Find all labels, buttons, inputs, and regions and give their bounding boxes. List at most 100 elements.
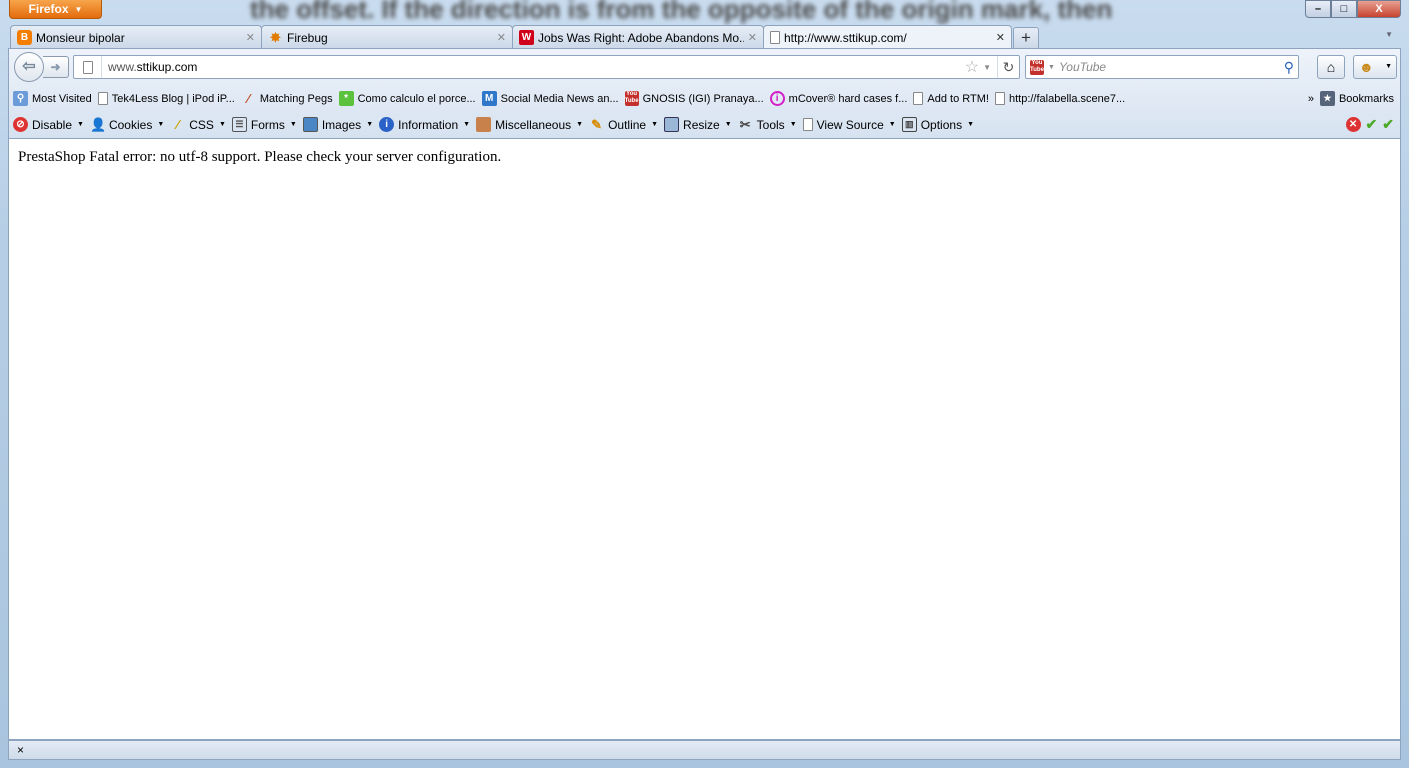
maximize-button[interactable]: □ [1331, 0, 1357, 18]
page-icon [97, 92, 108, 105]
site-identity-button[interactable] [74, 56, 102, 78]
bookmark-como-calculo[interactable]: * Como calculo el porce... [338, 91, 476, 106]
bookmarks-toolbar: ⚲ Most Visited Tek4Less Blog | iPod iP...… [9, 86, 1400, 111]
js-valid-check-icon[interactable]: ✔ [1382, 116, 1394, 133]
arrow-left-icon: ⇦ [22, 58, 36, 75]
forward-button[interactable]: ➜ [43, 56, 69, 78]
webdev-forms-menu[interactable]: ☰ Forms ▼ [231, 117, 297, 132]
forms-icon: ☰ [231, 117, 247, 132]
webdev-outline-menu[interactable]: ✎ Outline ▼ [589, 117, 658, 132]
home-button[interactable]: ⌂ [1317, 55, 1345, 79]
address-bar[interactable]: www.sttikup.com ☆ ▼ ↻ [73, 55, 1020, 79]
tab-firebug[interactable]: ✸ Firebug ✕ [261, 25, 513, 49]
web-developer-toolbar: ⊘ Disable ▼ 👤 Cookies ▼ ⁄ CSS ▼ ☰ Forms ▼ Images… [9, 112, 1400, 137]
desktop-background-text: the offset. If the direction is from the… [250, 0, 1113, 24]
home-icon: ⌂ [1326, 59, 1336, 75]
reload-icon: ↻ [1002, 59, 1015, 75]
webdev-options-menu[interactable]: ▥ Options ▼ [901, 117, 974, 132]
bookmarks-overflow-button[interactable]: » [1308, 93, 1314, 105]
css-valid-check-icon[interactable]: ✔ [1366, 116, 1378, 133]
css-icon: ⁄ [176, 117, 179, 132]
greasemonkey-button[interactable]: ☻ ▼ [1353, 55, 1397, 79]
webdev-information-menu[interactable]: i Information ▼ [379, 117, 470, 132]
images-icon [302, 117, 318, 132]
firefox-menu-button[interactable]: Firefox ▼ [9, 0, 102, 19]
new-tab-button[interactable]: + [1013, 27, 1039, 49]
webdev-css-menu[interactable]: ⁄ CSS ▼ [170, 117, 226, 132]
bookmark-matching-pegs[interactable]: ⁄ Matching Pegs [241, 91, 332, 106]
resize-icon [664, 117, 680, 132]
close-tab-icon[interactable]: ✕ [497, 31, 506, 44]
back-button[interactable]: ⇦ [14, 52, 44, 82]
webdev-view-source-menu[interactable]: View Source ▼ [802, 118, 896, 132]
webdev-tools-menu[interactable]: ✂ Tools ▼ [738, 117, 797, 132]
webdev-cookies-menu[interactable]: 👤 Cookies ▼ [90, 117, 164, 132]
tab-monsieur-bipolar[interactable]: B Monsieur bipolar ✕ [10, 25, 262, 49]
tab-sttikup[interactable]: http://www.sttikup.com/✕ [763, 25, 1012, 49]
webdev-disable-menu[interactable]: ⊘ Disable ▼ [13, 117, 84, 132]
bookmark-most-visited[interactable]: ⚲ Most Visited [13, 91, 92, 106]
close-tab-icon[interactable]: ✕ [996, 31, 1005, 44]
bookmarks-star-icon: ★ [1319, 91, 1335, 106]
page-icon [913, 92, 924, 105]
tools-icon: ✂ [739, 117, 751, 132]
bookmark-falabella[interactable]: http://falabella.scene7... [994, 92, 1125, 105]
search-input[interactable]: YouTube [1059, 60, 1280, 74]
error-icon[interactable]: ✕ [1345, 117, 1361, 132]
close-addon-bar-icon[interactable]: × [17, 743, 24, 757]
page-icon [82, 60, 93, 74]
blogger-icon: B [17, 30, 32, 45]
greasemonkey-icon: ☻ [1359, 59, 1374, 75]
search-icon[interactable]: ⚲ [1284, 59, 1294, 76]
green-star-icon: * [338, 91, 354, 106]
bookmark-mcover[interactable]: i mCover® hard cases f... [769, 91, 907, 106]
chevron-down-icon: ▼ [74, 4, 83, 14]
chevron-down-icon[interactable]: ▼ [1385, 56, 1392, 78]
webdev-resize-menu[interactable]: Resize ▼ [664, 117, 732, 132]
close-window-button[interactable]: X [1357, 0, 1401, 18]
view-source-icon [802, 118, 813, 131]
bookmark-social-media-news[interactable]: M Social Media News an... [481, 91, 619, 106]
tab-bar: B Monsieur bipolar ✕ ✸ Firebug ✕ W Jobs Was R… [10, 25, 1039, 49]
cookies-icon: 👤 [89, 117, 107, 132]
info-pink-icon: i [769, 91, 785, 106]
page-content: PrestaShop Fatal error: no utf-8 support… [8, 138, 1401, 740]
tab-jobs-was-right[interactable]: W Jobs Was Right: Adobe Abandons Mo... ✕ [512, 25, 764, 49]
options-icon: ▥ [901, 117, 917, 132]
youtube-icon: You Tube [624, 91, 639, 106]
list-all-tabs-icon[interactable]: ▼ [1385, 30, 1393, 39]
url-input[interactable]: www.sttikup.com [102, 60, 965, 74]
most-visited-icon: ⚲ [13, 91, 28, 106]
disable-icon: ⊘ [13, 117, 28, 132]
m-icon: M [481, 91, 497, 106]
reload-button[interactable]: ↻ [997, 56, 1019, 78]
webdev-images-menu[interactable]: Images ▼ [302, 117, 373, 132]
error-message: PrestaShop Fatal error: no utf-8 support… [18, 149, 502, 165]
bookmark-tek4less[interactable]: Tek4Less Blog | iPod iP... [97, 92, 235, 105]
pegs-icon: ⁄ [247, 91, 250, 106]
window-controls: – □ X [1305, 0, 1401, 18]
browser-toolbars: ➜ ⇦ www.sttikup.com ☆ ▼ ↻ You Tube ▼ YouT… [8, 48, 1401, 138]
webdev-miscellaneous-menu[interactable]: Miscellaneous ▼ [476, 117, 583, 132]
minimize-button[interactable]: – [1305, 0, 1331, 18]
page-icon [770, 31, 780, 44]
outline-icon: ✎ [591, 117, 603, 132]
chevron-down-icon: ▼ [1048, 63, 1055, 71]
site-icon: W [519, 30, 534, 45]
youtube-icon[interactable]: You Tube [1030, 59, 1044, 75]
navigation-bar: ➜ ⇦ www.sttikup.com ☆ ▼ ↻ You Tube ▼ YouT… [9, 49, 1400, 85]
bookmarks-menu-button[interactable]: ★ Bookmarks [1319, 91, 1394, 106]
arrow-right-icon: ➜ [50, 60, 61, 74]
search-bar[interactable]: You Tube ▼ YouTube ⚲ [1025, 55, 1299, 79]
history-dropdown-icon[interactable]: ▼ [983, 63, 991, 72]
bookmark-gnosis[interactable]: You Tube GNOSIS (IGI) Pranaya... [624, 91, 764, 106]
firebug-icon: ✸ [270, 30, 281, 45]
status-bar: × [8, 740, 1401, 760]
close-tab-icon[interactable]: ✕ [246, 31, 255, 44]
bookmark-star-icon[interactable]: ☆ [965, 57, 979, 77]
information-icon: i [379, 117, 395, 132]
page-icon [994, 92, 1005, 105]
miscellaneous-icon [476, 117, 492, 132]
bookmark-add-to-rtm[interactable]: Add to RTM! [913, 92, 989, 105]
close-tab-icon[interactable]: ✕ [748, 31, 757, 44]
